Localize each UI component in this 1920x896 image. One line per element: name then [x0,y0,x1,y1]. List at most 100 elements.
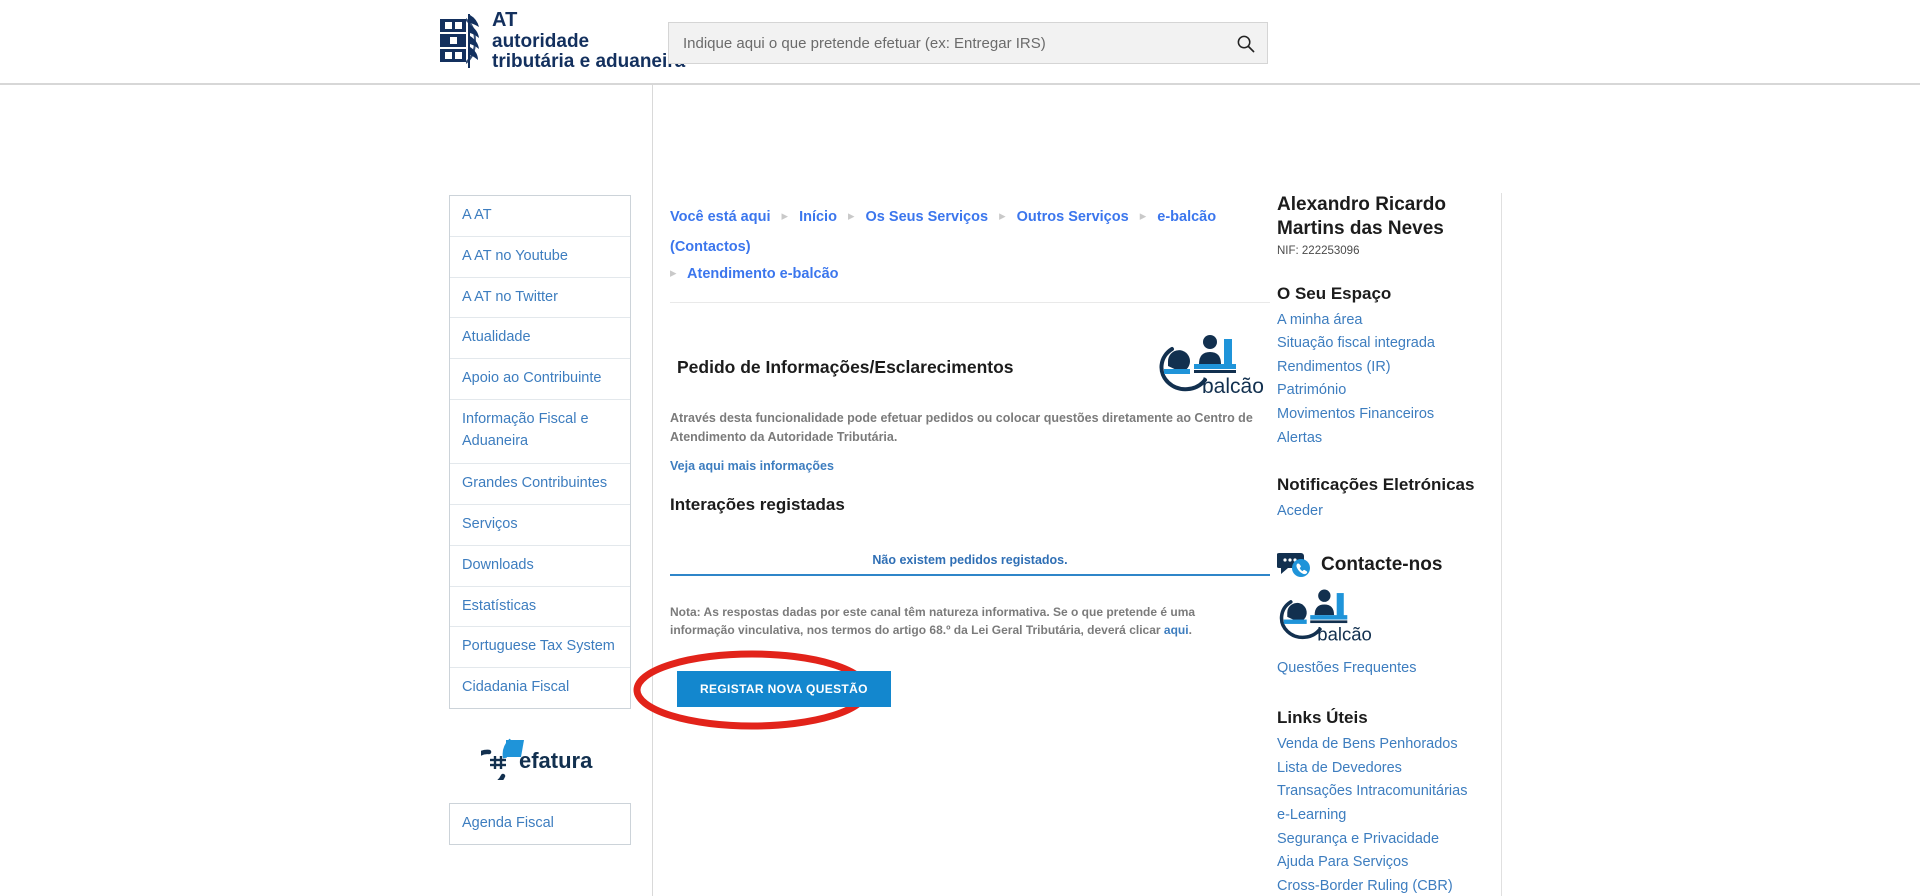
sidebar-item-grandes-contribuintes[interactable]: Grandes Contribuintes [450,464,630,505]
link-venda-bens-penhorados[interactable]: Venda de Bens Penhorados [1277,734,1487,755]
link-rendimentos-ir[interactable]: Rendimentos (IR) [1277,357,1487,378]
efatura-logo-block[interactable]: efatura [449,731,631,785]
search-bar[interactable] [668,22,1268,64]
contacte-nos-block[interactable]: Contacte-nos [1277,550,1487,580]
sidebar-item-label: Serviços [462,516,518,532]
breadcrumb-line-2: ▸ Atendimento e-balcão [670,260,1270,290]
sidebar-item-agenda-fiscal[interactable]: Agenda Fiscal [450,804,630,844]
ebalcao-logo-text: balcão [1202,375,1264,398]
sidebar-item-label: Portuguese Tax System [462,638,615,655]
section-title-interacoes: Interações registadas [670,494,845,514]
link-seguranca-privacidade[interactable]: Segurança e Privacidade [1277,829,1487,850]
breadcrumb-item-outros-servicos[interactable]: Outros Serviços [1017,209,1129,225]
link-aceder[interactable]: Aceder [1277,501,1487,522]
link-transacoes-intracomunitarias[interactable]: Transações Intracomunitárias [1277,781,1487,802]
link-movimentos-financeiros[interactable]: Movimentos Financeiros [1277,404,1487,425]
sidebar-item-twitter[interactable]: A AT no Twitter [450,278,630,319]
logo-line-1: AT [492,9,518,31]
svg-text:efatura: efatura [519,748,593,773]
intro-text: Através desta funcionalidade pode efetua… [670,411,1253,444]
sidebar-item-label: A AT [462,207,492,223]
ebalcao-logo: balcão [1159,335,1264,398]
link-patrimonio[interactable]: Património [1277,380,1487,401]
sidebar-item-label: Agenda Fiscal [462,814,554,831]
logo-line-2: autoridade [492,30,590,52]
search-input[interactable] [669,34,1223,52]
more-info-link[interactable]: Veja aqui mais informações [670,459,1270,473]
sidebar-item-label: Downloads [462,556,534,573]
ebalcao-logo: balcão [1279,589,1372,644]
ebalcao-logo-block: balcão [1158,331,1268,404]
page-title: Pedido de Informações/Esclarecimentos [677,357,1014,378]
sidebar-item-label: Apoio ao Contribuinte [462,370,602,386]
breadcrumb-item-atendimento-ebalcao[interactable]: Atendimento e-balcão [687,266,838,282]
sidebar-item-portuguese-tax-system[interactable]: Portuguese Tax System [450,627,630,668]
left-sidebar: A AT A AT no Youtube A AT no Twitter Atu… [449,195,631,845]
ebalcao-logo-text: balcão [1317,623,1372,644]
link-a-minha-area[interactable]: A minha área [1277,310,1487,331]
at-logo[interactable]: AT autoridade tributária e aduaneira [437,9,686,73]
main-content: Você está aqui ▸ Início ▸ Os Seus Serviç… [633,203,1270,730]
sidebar-item-downloads[interactable]: Downloads [450,546,630,587]
legal-note-text-end: . [1188,622,1192,637]
content-divider [652,85,653,896]
link-situacao-fiscal-integrada[interactable]: Situação fiscal integrada [1277,333,1487,354]
sidebar-item-a-at[interactable]: A AT [450,196,630,237]
chevron-right-icon: ▸ [1139,208,1147,223]
chevron-right-icon: ▸ [781,208,789,223]
sidebar-item-apoio-contribuinte[interactable]: Apoio ao Contribuinte [450,359,630,400]
sidebar-item-label: Informação Fiscal e Aduaneira [462,410,589,449]
sidebar-item-label: Estatísticas [462,597,537,614]
left-sidebar-menu: A AT A AT no Youtube A AT no Twitter Atu… [449,195,631,709]
logo-line-3: tributária e aduaneira [492,51,686,73]
links-uteis-block: Links Úteis Venda de Bens Penhorados Lis… [1277,708,1487,896]
link-cross-border-ruling[interactable]: Cross-Border Ruling (CBR) [1277,876,1487,896]
legal-note: Nota: As respostas dadas por este canal … [670,603,1250,639]
heading-notificacoes-eletronicas: Notificações Eletrónicas [1277,475,1475,495]
link-alertas[interactable]: Alertas [1277,428,1487,449]
breadcrumb-prefix: Você está aqui [670,209,771,225]
sidebar-item-estatisticas[interactable]: Estatísticas [450,587,630,628]
sidebar-item-label: Atualidade [462,329,531,346]
sidebar-item-label: Cidadania Fiscal [462,679,570,695]
user-nif: NIF: 222253096 [1277,244,1360,257]
registar-nova-questao-button[interactable]: REGISTAR NOVA QUESTÃO [677,671,891,708]
user-name: Alexandro Ricardo Martins das Neves [1277,194,1446,240]
page-body: A AT A AT no Youtube A AT no Twitter Atu… [0,85,1920,896]
heading-links-uteis: Links Úteis [1277,708,1368,728]
efatura-logo: efatura [481,738,593,780]
link-ajuda-para-servicos[interactable]: Ajuda Para Serviços [1277,852,1487,873]
ebalcao-logo-block-side[interactable]: balcão [1277,586,1487,651]
right-sidebar: Alexandro Ricardo Martins das Neves NIF:… [1277,193,1502,896]
sidebar-item-label: A AT no Twitter [462,288,558,305]
sidebar-item-atualidade[interactable]: Atualidade [450,318,630,359]
link-e-learning[interactable]: e-Learning [1277,805,1487,826]
legal-note-link[interactable]: aqui [1164,623,1189,637]
at-coat-of-arms-logo [440,14,479,69]
sidebar-item-servicos[interactable]: Serviços [450,505,630,546]
breadcrumb-divider [670,302,1270,304]
sidebar-item-youtube[interactable]: A AT no Youtube [450,237,630,278]
sidebar-item-informacao-fiscal[interactable]: Informação Fiscal e Aduaneira [450,400,630,465]
sidebar-item-cidadania-fiscal[interactable]: Cidadania Fiscal [450,668,630,709]
search-icon [1237,35,1254,52]
panel-header: Pedido de Informações/Esclarecimentos ba… [670,331,1270,403]
chevron-right-icon: ▸ [999,208,1006,223]
search-button[interactable] [1223,23,1267,63]
breadcrumb-item-inicio[interactable]: Início [799,209,837,225]
empty-state-message: Não existem pedidos registados. [670,553,1270,576]
chat-phone-icon [1277,552,1310,577]
link-questoes-frequentes[interactable]: Questões Frequentes [1277,658,1487,679]
heading-o-seu-espaco: O Seu Espaço [1277,283,1392,303]
agenda-fiscal-box: Agenda Fiscal [449,802,631,845]
at-logo-text: AT autoridade tributária e aduaneira [492,9,686,73]
sidebar-item-label: Grandes Contribuintes [462,475,608,492]
link-lista-devedores[interactable]: Lista de Devedores [1277,758,1487,779]
sidebar-item-label: A AT no Youtube [462,247,568,264]
action-area: REGISTAR NOVA QUESTÃO [633,650,1270,730]
breadcrumb-item-os-seus-servicos[interactable]: Os Seus Serviços [866,209,989,225]
chevron-right-icon: ▸ [847,208,855,223]
chevron-right-icon: ▸ [670,265,677,281]
contacte-nos-label: Contacte-nos [1321,553,1443,575]
legal-note-text: Nota: As respostas dadas por este canal … [670,604,1196,637]
